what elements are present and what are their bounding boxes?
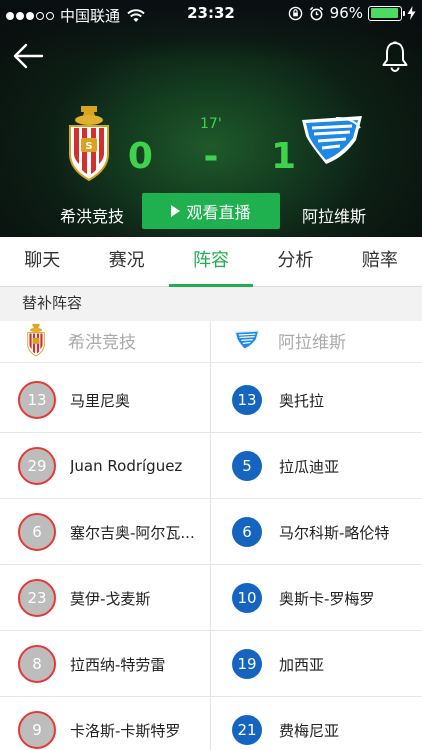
home-player-number: 29 [18, 447, 56, 485]
substitutes-list[interactable]: 希洪竞技 阿拉维斯 13 马里尼奥 13 奥托拉 29 Juan Rodrígu… [0, 321, 422, 750]
home-player-name: 莫伊-戈麦斯 [70, 589, 151, 608]
away-player-name: 费梅尼亚 [279, 721, 340, 740]
away-player-name: 奥斯卡-罗梅罗 [279, 589, 375, 608]
home-player[interactable]: 23 莫伊-戈麦斯 [18, 565, 208, 631]
home-player-number: 13 [18, 381, 56, 419]
home-player-number: 9 [18, 711, 56, 749]
away-player-number: 21 [232, 715, 262, 745]
home-player[interactable]: 8 拉西纳-特劳雷 [18, 631, 208, 697]
watch-live-button[interactable]: 观看直播 [142, 193, 280, 229]
away-player[interactable]: 19 加西亚 [232, 631, 418, 697]
watch-live-label: 观看直播 [186, 203, 251, 222]
lineup-row: 13 马里尼奥 13 奥托拉 [0, 367, 422, 433]
charging-bolt-icon [407, 6, 416, 20]
lineup-away-team: 阿拉维斯 [232, 321, 346, 363]
home-player[interactable]: 6 塞尔吉奥-阿尔瓦... [18, 499, 208, 565]
tab-chat[interactable]: 聊天 [0, 237, 84, 286]
away-player-number: 13 [232, 385, 262, 415]
play-icon [171, 205, 181, 217]
home-player-name: 拉西纳-特劳雷 [70, 655, 166, 674]
tab-live-events[interactable]: 赛况 [84, 237, 168, 286]
lineup-home-team: 希洪竞技 [22, 321, 136, 363]
away-player-name: 奥托拉 [279, 391, 325, 410]
away-player-number: 6 [232, 517, 262, 547]
home-score: 0 [127, 136, 153, 177]
battery-icon [368, 5, 405, 21]
tab-odds[interactable]: 赔率 [338, 237, 422, 286]
back-arrow-icon[interactable] [12, 40, 44, 72]
away-player-name: 加西亚 [279, 655, 325, 674]
away-team-crest-small [234, 330, 260, 350]
scoreboard: 0 - 1 [0, 136, 422, 177]
lineup-row: 29 Juan Rodríguez 5 拉瓜迪亚 [0, 433, 422, 499]
status-bar: 中国联通 23:32 96% [0, 0, 422, 26]
status-right: 96% [288, 4, 416, 22]
home-player[interactable]: 29 Juan Rodríguez [18, 433, 208, 499]
battery-percent: 96% [329, 4, 363, 22]
tab-bar: 聊天 赛况 阵容 分析 赔率 [0, 237, 422, 287]
away-player[interactable]: 5 拉瓜迪亚 [232, 433, 418, 499]
away-player-name: 拉瓜迪亚 [279, 457, 340, 476]
home-player-name: 马里尼奥 [70, 391, 131, 410]
section-title: 替补阵容 [0, 287, 422, 321]
home-player-name: Juan Rodríguez [70, 457, 183, 475]
home-player[interactable]: 9 卡洛斯-卡斯特罗 [18, 697, 208, 750]
lineup-home-team-name: 希洪竞技 [68, 332, 136, 353]
home-player-number: 23 [18, 579, 56, 617]
lineup-away-team-name: 阿拉维斯 [278, 332, 346, 353]
home-team-crest-small [27, 323, 45, 357]
match-header: 中国联通 23:32 96% S 17' 0 - 1 希洪竞技 阿拉维斯 观看直… [0, 0, 422, 237]
away-score: 1 [271, 136, 297, 177]
away-player[interactable]: 13 奥托拉 [232, 367, 418, 433]
tab-lineup[interactable]: 阵容 [168, 237, 254, 287]
lineup-row: 23 莫伊-戈麦斯 10 奥斯卡-罗梅罗 [0, 565, 422, 631]
alarm-icon [309, 6, 323, 20]
away-player[interactable]: 6 马尔科斯-略伦特 [232, 499, 418, 565]
home-player-name: 卡洛斯-卡斯特罗 [70, 721, 181, 740]
away-player-number: 19 [232, 649, 262, 679]
home-team-name: 希洪竞技 [59, 207, 124, 226]
score-separator: - [203, 136, 219, 177]
lineup-row: 6 塞尔吉奥-阿尔瓦... 6 马尔科斯-略伦特 [0, 499, 422, 565]
home-player-name: 塞尔吉奥-阿尔瓦... [70, 523, 195, 542]
battery-fill [370, 8, 399, 18]
away-team-name: 阿拉维斯 [301, 207, 366, 226]
lineup-row: 8 拉西纳-特劳雷 19 加西亚 [0, 631, 422, 697]
tab-analysis[interactable]: 分析 [253, 237, 337, 286]
away-player[interactable]: 10 奥斯卡-罗梅罗 [232, 565, 418, 631]
lineup-team-header: 希洪竞技 阿拉维斯 [0, 321, 422, 363]
match-minute: 17' [200, 116, 222, 132]
home-player[interactable]: 13 马里尼奥 [18, 367, 208, 433]
away-player-number: 10 [232, 583, 262, 613]
away-player-number: 5 [232, 451, 262, 481]
rotation-lock-icon [288, 6, 302, 20]
home-player-number: 6 [18, 513, 56, 551]
away-player-name: 马尔科斯-略伦特 [279, 523, 390, 542]
away-player[interactable]: 21 费梅尼亚 [232, 697, 418, 750]
lineup-row: 9 卡洛斯-卡斯特罗 21 费梅尼亚 [0, 697, 422, 750]
home-player-number: 8 [18, 645, 56, 683]
bell-icon[interactable] [380, 40, 410, 72]
